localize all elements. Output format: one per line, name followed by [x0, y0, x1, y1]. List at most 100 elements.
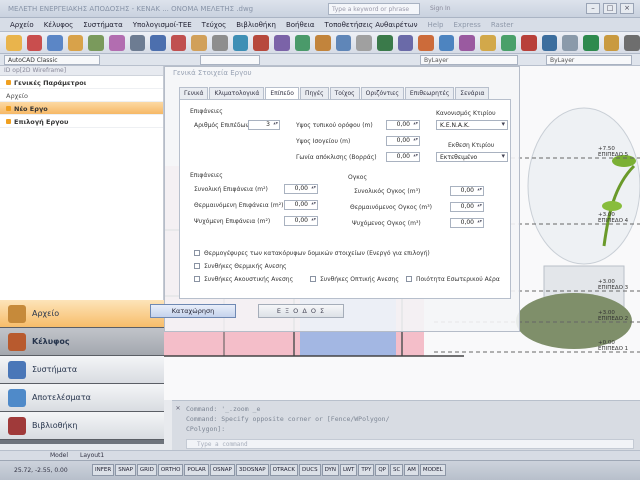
menu-envelope[interactable]: Κέλυφος: [44, 21, 74, 29]
close-icon[interactable]: ×: [620, 3, 634, 14]
workspace-select[interactable]: AutoCAD Classic: [4, 55, 100, 65]
tab-model[interactable]: Model: [50, 452, 68, 459]
exposure-select[interactable]: Εκτεθειμένο: [436, 152, 508, 162]
check-icon[interactable]: [500, 34, 517, 51]
tree-item-select-project[interactable]: Επιλογή Εργου: [0, 115, 163, 128]
ground-height-input[interactable]: 0,00: [386, 136, 420, 146]
status-toggle-grid[interactable]: GRID: [136, 464, 157, 476]
tab-walls[interactable]: Τοίχος: [329, 87, 360, 99]
menu-library[interactable]: Βιβλιοθήκη: [236, 21, 276, 29]
tab-climate[interactable]: Κλιματολογικά: [209, 87, 265, 99]
menu-file[interactable]: Αρχείο: [10, 21, 34, 29]
window-icon[interactable]: [191, 34, 208, 51]
num-levels-input[interactable]: 3: [248, 120, 280, 130]
status-toggle-ducs[interactable]: DUCS: [299, 464, 321, 476]
menu-calculations[interactable]: Υπολογισμοί-ΤΕΕ: [133, 21, 192, 29]
status-toggle-am[interactable]: AM: [404, 464, 419, 476]
copy-icon[interactable]: [88, 34, 105, 51]
tab-scenarios[interactable]: Σενάρια: [455, 87, 490, 99]
calc-icon[interactable]: [459, 34, 476, 51]
status-toggle-osnap[interactable]: OSNAP: [209, 464, 235, 476]
floor-height-input[interactable]: 0,00: [386, 120, 420, 130]
export-icon[interactable]: [541, 34, 558, 51]
status-toggle-3dosnap[interactable]: 3DOSNAP: [235, 464, 269, 476]
orientation-input[interactable]: 0,00: [386, 152, 420, 162]
search-input[interactable]: Type a keyword or phrase: [328, 3, 420, 15]
sign-in-link[interactable]: Sign In: [430, 5, 451, 12]
ventilation-icon[interactable]: [356, 34, 372, 51]
tab-general[interactable]: Γενικά: [179, 87, 209, 99]
status-toggle-ortho[interactable]: ORTHO: [157, 464, 184, 476]
nav-results[interactable]: Αποτελέσματα: [0, 384, 164, 412]
status-toggle-snap[interactable]: SNAP: [115, 464, 136, 476]
tree-icon[interactable]: [583, 34, 599, 51]
exit-button[interactable]: Ε Ξ Ο Δ Ο Σ: [258, 304, 344, 318]
menu-express[interactable]: Express: [454, 21, 481, 29]
cooled-volume-input[interactable]: 0,00: [450, 218, 484, 228]
cut-icon[interactable]: [67, 34, 84, 51]
menu-volume[interactable]: Τεύχος: [202, 21, 227, 29]
tree-item-general[interactable]: Γενικές Παράμετροι: [0, 76, 163, 89]
report-icon[interactable]: [480, 34, 496, 51]
status-toggle-infer[interactable]: INFER: [92, 464, 115, 476]
cooling-icon[interactable]: [335, 34, 352, 51]
tree-item-new-project[interactable]: Νέο Εργο: [0, 102, 163, 115]
status-toggle-qp[interactable]: QP: [375, 464, 389, 476]
open-icon[interactable]: [6, 34, 22, 51]
settings-icon[interactable]: [521, 34, 537, 51]
total-volume-input[interactable]: 0,00: [450, 186, 484, 196]
heated-volume-input[interactable]: 0,00: [450, 202, 484, 212]
linetype-select[interactable]: ByLayer: [546, 55, 632, 65]
maximize-icon[interactable]: □: [603, 3, 617, 14]
paste-icon[interactable]: [109, 34, 125, 51]
regulation-select[interactable]: Κ.Ε.Ν.Α.Κ.: [436, 120, 508, 130]
shading-icon[interactable]: [294, 34, 311, 51]
nav-file[interactable]: Αρχείο: [0, 300, 164, 328]
status-toggle-polar[interactable]: POLAR: [184, 464, 209, 476]
save-button[interactable]: Καταχώρηση: [150, 304, 236, 318]
thermal-bridges-checkbox[interactable]: [194, 250, 200, 256]
indoor-air-checkbox[interactable]: [406, 276, 412, 282]
style-select[interactable]: [200, 55, 260, 65]
total-area-input[interactable]: 0,00: [284, 184, 318, 194]
status-toggle-sc[interactable]: SC: [389, 464, 404, 476]
print-icon[interactable]: [47, 34, 63, 51]
menu-systems[interactable]: Συστήματα: [83, 21, 122, 29]
tab-layout1[interactable]: Layout1: [80, 452, 104, 459]
menu-help[interactable]: Βοήθεια: [286, 21, 315, 29]
menu-help-en[interactable]: Help: [428, 21, 444, 29]
plant-icon[interactable]: [376, 34, 393, 51]
visual-comfort-checkbox[interactable]: [310, 276, 316, 282]
door-icon[interactable]: [212, 34, 228, 51]
nav-envelope[interactable]: Κέλυφος: [0, 328, 164, 356]
tab-horizontal[interactable]: Οριζόντιες: [360, 87, 404, 99]
command-input[interactable]: Type a command: [186, 439, 634, 449]
menu-raster[interactable]: Raster: [491, 21, 514, 29]
layers-icon[interactable]: [624, 34, 640, 51]
status-toggle-model[interactable]: MODEL: [419, 464, 446, 476]
info-icon[interactable]: [562, 34, 579, 51]
save-icon[interactable]: [26, 34, 43, 51]
status-toggle-lwt[interactable]: LWT: [340, 464, 358, 476]
solar-icon[interactable]: [397, 34, 414, 51]
tab-sources[interactable]: Πηγές: [299, 87, 329, 99]
heated-area-input[interactable]: 0,00: [284, 200, 318, 210]
wall-icon[interactable]: [170, 34, 187, 51]
roof-icon[interactable]: [232, 34, 249, 51]
status-toggle-otrack[interactable]: OTRACK: [269, 464, 299, 476]
zone-icon[interactable]: [273, 34, 290, 51]
status-toggle-tpy[interactable]: TPY: [358, 464, 375, 476]
hotwater-icon[interactable]: [418, 34, 434, 51]
undo-icon[interactable]: [129, 34, 146, 51]
nav-systems[interactable]: Συστήματα: [0, 356, 164, 384]
menu-unauthorized[interactable]: Τοποθετήσεις Αυθαιρέτων: [325, 21, 418, 29]
nav-library[interactable]: Βιβλιοθήκη: [0, 412, 164, 440]
lighting-icon[interactable]: [438, 34, 455, 51]
compass-icon[interactable]: [603, 34, 620, 51]
floor-icon[interactable]: [253, 34, 269, 51]
acoustic-comfort-checkbox[interactable]: [194, 276, 200, 282]
thermal-comfort-checkbox[interactable]: [194, 263, 200, 269]
redo-icon[interactable]: [150, 34, 166, 51]
status-toggle-dyn[interactable]: DYN: [321, 464, 340, 476]
cooled-area-input[interactable]: 0,00: [284, 216, 318, 226]
